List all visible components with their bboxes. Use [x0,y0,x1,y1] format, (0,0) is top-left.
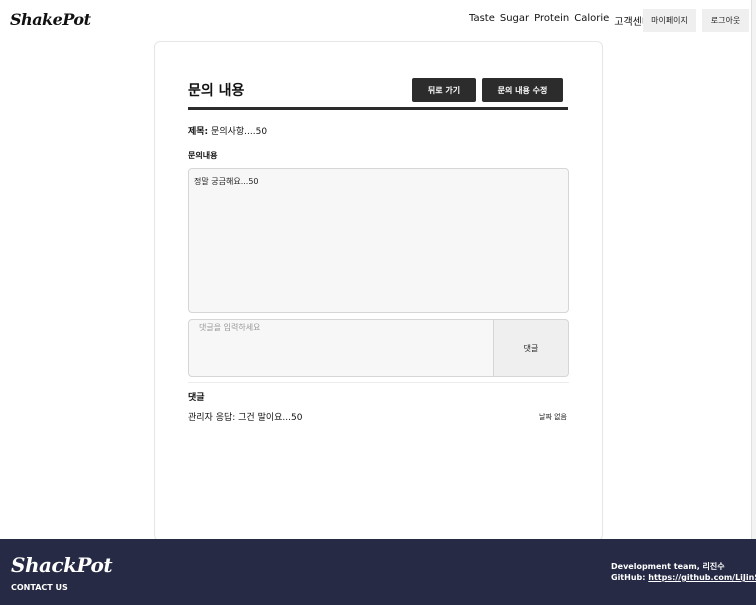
content-label: 문의내용 [188,151,218,160]
back-button[interactable]: 뒤로 가기 [412,78,476,102]
github-link[interactable]: https://github.com/LiJinSu [648,573,756,582]
footer-logo: ShackPot [11,553,113,577]
inquiry-content: 정말 궁금해요...50 [188,168,569,313]
nav-taste[interactable]: Taste [469,13,495,28]
nav-calorie[interactable]: Calorie [574,13,609,28]
comments-heading: 댓글 [188,393,205,403]
subject-label: 제목: [188,127,209,137]
inquiry-subject: 제목: 문의사항....50 [188,124,267,137]
footer: ShackPot CONTACT US Development team, 리진… [0,539,756,605]
main-nav: Taste Sugar Protein Calorie 고객센터 [469,13,651,28]
submit-comment-button[interactable]: 댓글 [493,319,569,377]
github-label: GitHub: [611,573,646,582]
nav-protein[interactable]: Protein [534,13,569,28]
footer-team: Development team, 리진수 [611,562,725,571]
comment-item: 관리자 응답: 그건 말이요...50 [188,413,303,423]
comment-input[interactable]: 댓글을 입력하세요 [188,319,494,377]
footer-github: GitHub: https://github.com/LiJinSu [611,573,756,582]
subject-value: 문의사항....50 [211,127,268,137]
title-divider [188,107,568,110]
page-scrollbar[interactable] [751,0,756,539]
logout-button[interactable]: 로그아웃 [702,9,749,32]
nav-sugar[interactable]: Sugar [500,13,529,28]
edit-inquiry-button[interactable]: 문의 내용 수정 [482,78,563,102]
comment-date: 날짜 없음 [539,413,567,421]
header: ShakePot Taste Sugar Protein Calorie 고객센… [0,0,756,40]
comment-divider [188,382,569,383]
page-title: 문의 내용 [188,83,245,99]
logo[interactable]: ShakePot [10,10,91,29]
contact-us-link[interactable]: CONTACT US [11,583,68,592]
mypage-button[interactable]: 마이페이지 [643,9,696,32]
